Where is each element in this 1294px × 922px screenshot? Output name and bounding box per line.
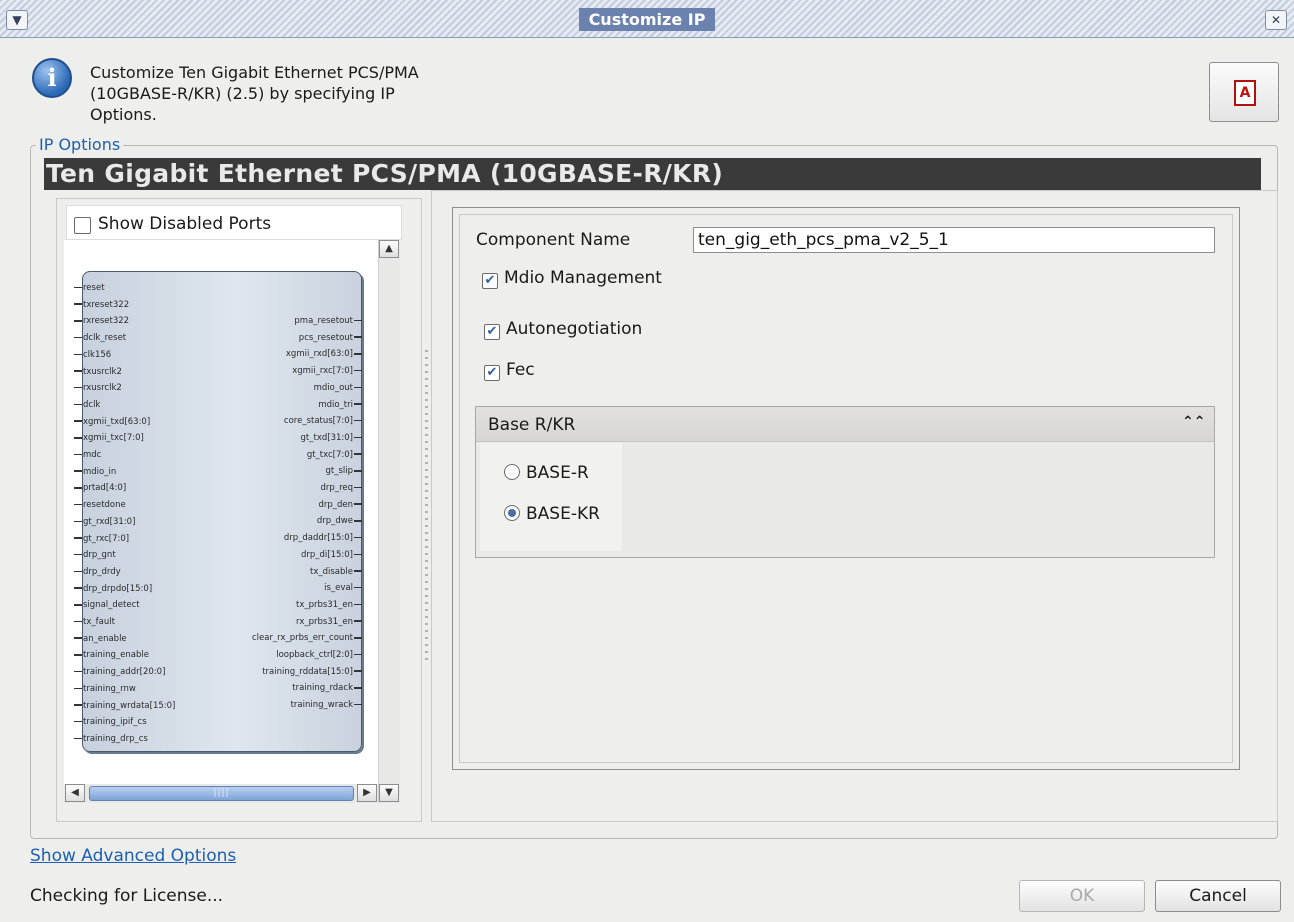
radio-base-r[interactable]: BASE-R [504, 463, 589, 483]
fec-label: Fec [506, 360, 535, 380]
output-port: training_rdack [292, 683, 362, 694]
component-name-input[interactable]: ten_gig_eth_pcs_pma_v2_5_1 [693, 227, 1215, 253]
input-port: tx_fault [74, 617, 115, 628]
header-description: Customize Ten Gigabit Ethernet PCS/PMA (… [90, 63, 419, 124]
output-port: loopback_ctrl[2:0] [276, 650, 362, 661]
symbol-horizontal-scrollbar[interactable]: ◀ |||| ▶ [64, 784, 378, 803]
panel-splitter[interactable] [425, 350, 428, 660]
input-port: drp_drdy [74, 567, 121, 578]
input-port: gt_rxc[7:0] [74, 534, 129, 545]
output-port: drp_di[15:0] [301, 550, 362, 561]
input-port: mdc [74, 450, 101, 461]
scroll-left-button[interactable]: ◀ [65, 784, 85, 802]
show-disabled-ports-label: Show Disabled Ports [98, 214, 272, 234]
input-port: resetdone [74, 500, 126, 511]
input-port: training_ipif_cs [74, 717, 147, 728]
input-port: txusrclk2 [74, 367, 122, 378]
output-port: xgmii_rxc[7:0] [292, 366, 362, 377]
ip-options-label: IP Options [36, 135, 124, 154]
radio-base-r-button[interactable] [504, 464, 520, 480]
radio-base-kr[interactable]: BASE-KR [504, 504, 600, 524]
show-disabled-ports-row[interactable]: Show Disabled Ports [66, 205, 402, 240]
input-port: rxreset322 [74, 316, 129, 327]
input-port: signal_detect [74, 600, 140, 611]
window-close-button[interactable]: ✕ [1265, 10, 1287, 30]
info-icon: i [32, 58, 72, 98]
output-port: pma_resetout [294, 316, 362, 327]
input-port: dclk [74, 400, 100, 411]
input-port: txreset322 [74, 300, 129, 311]
input-port: prtad[4:0] [74, 483, 126, 494]
input-port: drp_gnt [74, 550, 116, 561]
input-port: an_enable [74, 634, 127, 645]
output-port: drp_daddr[15:0] [284, 533, 362, 544]
output-port: drp_req [321, 483, 362, 494]
radio-base-kr-button[interactable] [504, 505, 520, 521]
input-port: rxusrclk2 [74, 383, 122, 394]
scroll-right-button[interactable]: ▶ [357, 784, 377, 802]
output-port: tx_disable [310, 567, 362, 578]
base-rkr-header[interactable]: Base R/KR ⌃⌃ [476, 407, 1214, 442]
output-port: training_wrack [291, 700, 362, 711]
output-port: drp_dwe [317, 516, 362, 527]
output-port: core_status[7:0] [284, 416, 362, 427]
ip-banner: Ten Gigabit Ethernet PCS/PMA (10GBASE-R/… [44, 158, 1261, 190]
input-port: training_rnw [74, 684, 136, 695]
double-chevron-up-icon[interactable]: ⌃⌃ [1182, 414, 1205, 430]
ok-button[interactable]: OK [1019, 880, 1145, 912]
input-port: mdio_in [74, 467, 116, 478]
input-port: training_addr[20:0] [74, 667, 165, 678]
input-port: xgmii_txd[63:0] [74, 417, 150, 428]
input-port: training_wrdata[15:0] [74, 701, 175, 712]
output-port: training_rddata[15:0] [262, 667, 362, 678]
fec-option[interactable]: ✔ Fec [484, 360, 535, 381]
show-advanced-options-link[interactable]: Show Advanced Options [30, 846, 236, 866]
input-port: gt_rxd[31:0] [74, 517, 135, 528]
mdio-management-option[interactable]: ✔ Mdio Management [482, 268, 662, 289]
documentation-button[interactable]: А [1209, 62, 1279, 122]
radio-base-kr-label: BASE-KR [526, 504, 600, 524]
input-port: clk156 [74, 350, 111, 361]
mdio-management-checkbox[interactable]: ✔ [482, 273, 498, 289]
title-bar: ▼ Customize IP ✕ [0, 0, 1294, 38]
radio-base-r-label: BASE-R [526, 463, 589, 483]
output-port: xgmii_rxd[63:0] [286, 349, 362, 360]
close-icon: ✕ [1270, 13, 1282, 27]
output-port: gt_txd[31:0] [301, 433, 362, 444]
input-port: dclk_reset [74, 333, 126, 344]
output-port: mdio_tri [318, 400, 362, 411]
fec-checkbox[interactable]: ✔ [484, 365, 500, 381]
autonegotiation-label: Autonegotiation [506, 319, 643, 339]
output-port: clear_rx_prbs_err_count [252, 633, 362, 644]
symbol-vertical-scrollbar[interactable]: ▲ ▼ [378, 240, 400, 803]
output-port: is_eval [324, 583, 362, 594]
window-title: Customize IP [0, 8, 1294, 31]
autonegotiation-option[interactable]: ✔ Autonegotiation [484, 319, 642, 340]
base-rkr-title: Base R/KR [488, 415, 576, 435]
input-port: drp_drpdo[15:0] [74, 584, 152, 595]
output-port: gt_txc[7:0] [307, 450, 362, 461]
output-port: gt_slip [325, 466, 362, 477]
input-port: training_enable [74, 650, 149, 661]
input-port: xgmii_txc[7:0] [74, 433, 144, 444]
base-rkr-section: Base R/KR ⌃⌃ BASE-R BASE-KR [475, 406, 1215, 558]
output-port: drp_den [318, 500, 362, 511]
scroll-up-button[interactable]: ▲ [379, 240, 399, 258]
status-text: Checking for License... [30, 886, 224, 906]
input-port: reset [74, 283, 105, 294]
cancel-button[interactable]: Cancel [1155, 880, 1281, 912]
base-rkr-options [480, 443, 622, 551]
pdf-icon: А [1234, 80, 1256, 106]
mdio-management-label: Mdio Management [504, 268, 662, 288]
output-port: mdio_out [314, 383, 362, 394]
horizontal-scroll-thumb[interactable]: |||| [89, 786, 354, 801]
output-port: tx_prbs31_en [296, 600, 362, 611]
scroll-down-button[interactable]: ▼ [379, 784, 399, 802]
show-disabled-ports-checkbox[interactable] [74, 217, 91, 234]
output-port: pcs_resetout [299, 333, 362, 344]
autonegotiation-checkbox[interactable]: ✔ [484, 324, 500, 340]
output-port: rx_prbs31_en [296, 617, 362, 628]
input-port: training_drp_cs [74, 734, 148, 745]
component-name-label: Component Name [476, 230, 631, 250]
